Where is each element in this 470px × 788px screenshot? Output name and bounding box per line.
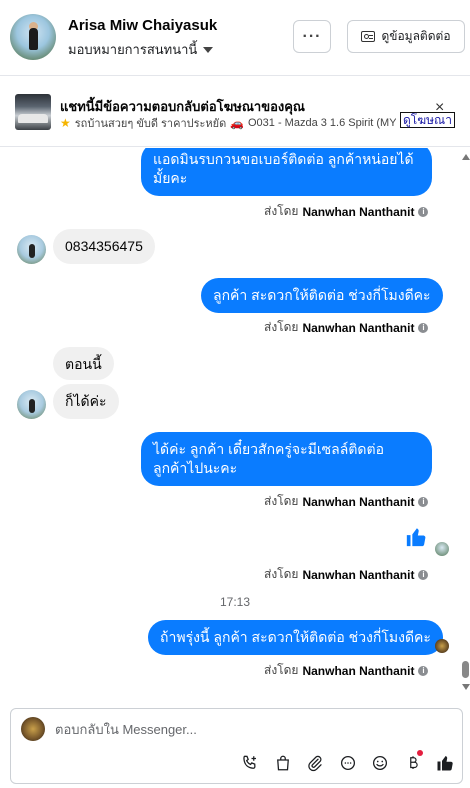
assign-conversation-dropdown[interactable]: มอบหมายการสนทนานี้ bbox=[68, 39, 214, 60]
conversation-header: Arisa Miw Chaiyasuk มอบหมายการสนทนานี้ ·… bbox=[0, 0, 470, 76]
sender-name: Nanwhan Nanthanit bbox=[302, 320, 415, 335]
ad-car-name: O031 - Mazda 3 1.6 Spirit (MY1... bbox=[247, 117, 396, 129]
shopping-bag-icon[interactable] bbox=[272, 752, 294, 774]
scroll-down-arrow-icon[interactable] bbox=[462, 684, 470, 690]
avatar-figure-body bbox=[29, 28, 38, 50]
info-icon[interactable]: i bbox=[418, 569, 429, 580]
outgoing-message[interactable]: ลูกค้า สะดวกให้ติดต่อ ช่วงกี่โมงดีคะ bbox=[201, 278, 443, 313]
message-composer bbox=[10, 708, 463, 784]
notification-dot bbox=[416, 750, 423, 756]
message-thread[interactable]: แอดมินรบกวนขอเบอร์ติดต่อ ลูกค้าหน่อยได้ม… bbox=[0, 148, 470, 696]
sent-by-prefix: ส่งโดย bbox=[264, 494, 299, 508]
paperclip-icon[interactable] bbox=[304, 752, 326, 774]
ad-shop-name: รถบ้านสวยๆ ขับดี ราคาประหยัด bbox=[74, 118, 227, 130]
outgoing-message[interactable]: ถ้าพรุ่งนี้ ลูกค้า สะดวกให้ติดต่อ ช่วงกี… bbox=[148, 620, 443, 655]
incoming-message[interactable]: ตอนนี้ bbox=[53, 347, 114, 380]
scrollbar-thumb[interactable] bbox=[462, 661, 469, 678]
outgoing-message[interactable]: แอดมินรบกวนขอเบอร์ติดต่อ ลูกค้าหน่อยได้ม… bbox=[141, 148, 432, 196]
view-contact-button[interactable]: ดูข้อมูลติดต่อ bbox=[347, 20, 465, 53]
sender-name: Nanwhan Nanthanit bbox=[302, 567, 415, 582]
message-timestamp: 17:13 bbox=[219, 595, 251, 609]
contact-avatar-small[interactable] bbox=[17, 390, 46, 419]
composer-toolbar bbox=[239, 750, 467, 775]
chat-bubble-icon[interactable] bbox=[337, 752, 359, 774]
sent-by-label: ส่งโดย Nanwhan Nanthanit i bbox=[264, 661, 429, 680]
contact-card-icon bbox=[361, 31, 376, 42]
incoming-message[interactable]: 0834356475 bbox=[53, 229, 155, 264]
phone-add-icon[interactable] bbox=[239, 752, 261, 774]
contact-avatar-small[interactable] bbox=[17, 235, 46, 264]
page-avatar bbox=[21, 717, 45, 741]
sent-by-label: ส่งโดย Nanwhan Nanthanit i bbox=[264, 202, 429, 221]
seen-avatar bbox=[435, 542, 449, 556]
info-icon[interactable]: i bbox=[418, 322, 429, 333]
thread-scrollbar[interactable] bbox=[461, 148, 470, 696]
contact-avatar[interactable] bbox=[10, 14, 56, 60]
thumbs-up-icon[interactable] bbox=[434, 752, 456, 774]
more-options-button[interactable]: ··· bbox=[293, 20, 331, 53]
smiley-icon[interactable] bbox=[369, 752, 391, 774]
caret-down-icon bbox=[203, 46, 214, 53]
outgoing-message[interactable]: ได้ค่ะ ลูกค้า เดี๋ยวสักครู่จะมีเซลล์ติดต… bbox=[141, 432, 432, 486]
assign-label: มอบหมายการสนทนานี้ bbox=[68, 42, 198, 57]
sent-by-label: ส่งโดย Nanwhan Nanthanit i bbox=[264, 565, 429, 584]
car-icon: 🚗 bbox=[230, 117, 244, 130]
star-icon: ★ bbox=[60, 116, 71, 130]
thumbs-up-icon[interactable] bbox=[405, 526, 427, 548]
reply-input[interactable] bbox=[55, 719, 435, 739]
sent-by-prefix: ส่งโดย bbox=[264, 204, 299, 218]
sent-by-prefix: ส่งโดย bbox=[264, 567, 299, 581]
baht-icon[interactable] bbox=[402, 750, 424, 774]
close-icon[interactable]: × bbox=[435, 100, 444, 116]
incoming-message[interactable]: ก็ได้ค่ะ bbox=[53, 384, 119, 419]
ad-reply-banner: แชทนี้มีข้อความตอบกลับต่อโฆษณาของคุณ ★ ร… bbox=[0, 77, 470, 147]
ad-banner-subtitle: ★ รถบ้านสวยๆ ขับดี ราคาประหยัด 🚗 O031 - … bbox=[60, 114, 396, 132]
scroll-up-arrow-icon[interactable] bbox=[462, 154, 470, 160]
view-ad-link[interactable]: ดูโฆษณา bbox=[400, 112, 455, 128]
sender-name: Nanwhan Nanthanit bbox=[302, 663, 415, 678]
info-icon[interactable]: i bbox=[418, 665, 429, 676]
seen-avatar bbox=[435, 639, 449, 653]
sent-by-prefix: ส่งโดย bbox=[264, 320, 299, 334]
info-icon[interactable]: i bbox=[418, 206, 429, 217]
view-contact-label: ดูข้อมูลติดต่อ bbox=[381, 29, 451, 43]
sender-name: Nanwhan Nanthanit bbox=[302, 494, 415, 509]
sender-name: Nanwhan Nanthanit bbox=[302, 204, 415, 219]
sent-by-label: ส่งโดย Nanwhan Nanthanit i bbox=[264, 492, 429, 511]
sent-by-prefix: ส่งโดย bbox=[264, 663, 299, 677]
contact-name[interactable]: Arisa Miw Chaiyasuk bbox=[68, 17, 217, 34]
ad-thumbnail bbox=[15, 94, 51, 130]
info-icon[interactable]: i bbox=[418, 496, 429, 507]
sent-by-label: ส่งโดย Nanwhan Nanthanit i bbox=[264, 318, 429, 337]
